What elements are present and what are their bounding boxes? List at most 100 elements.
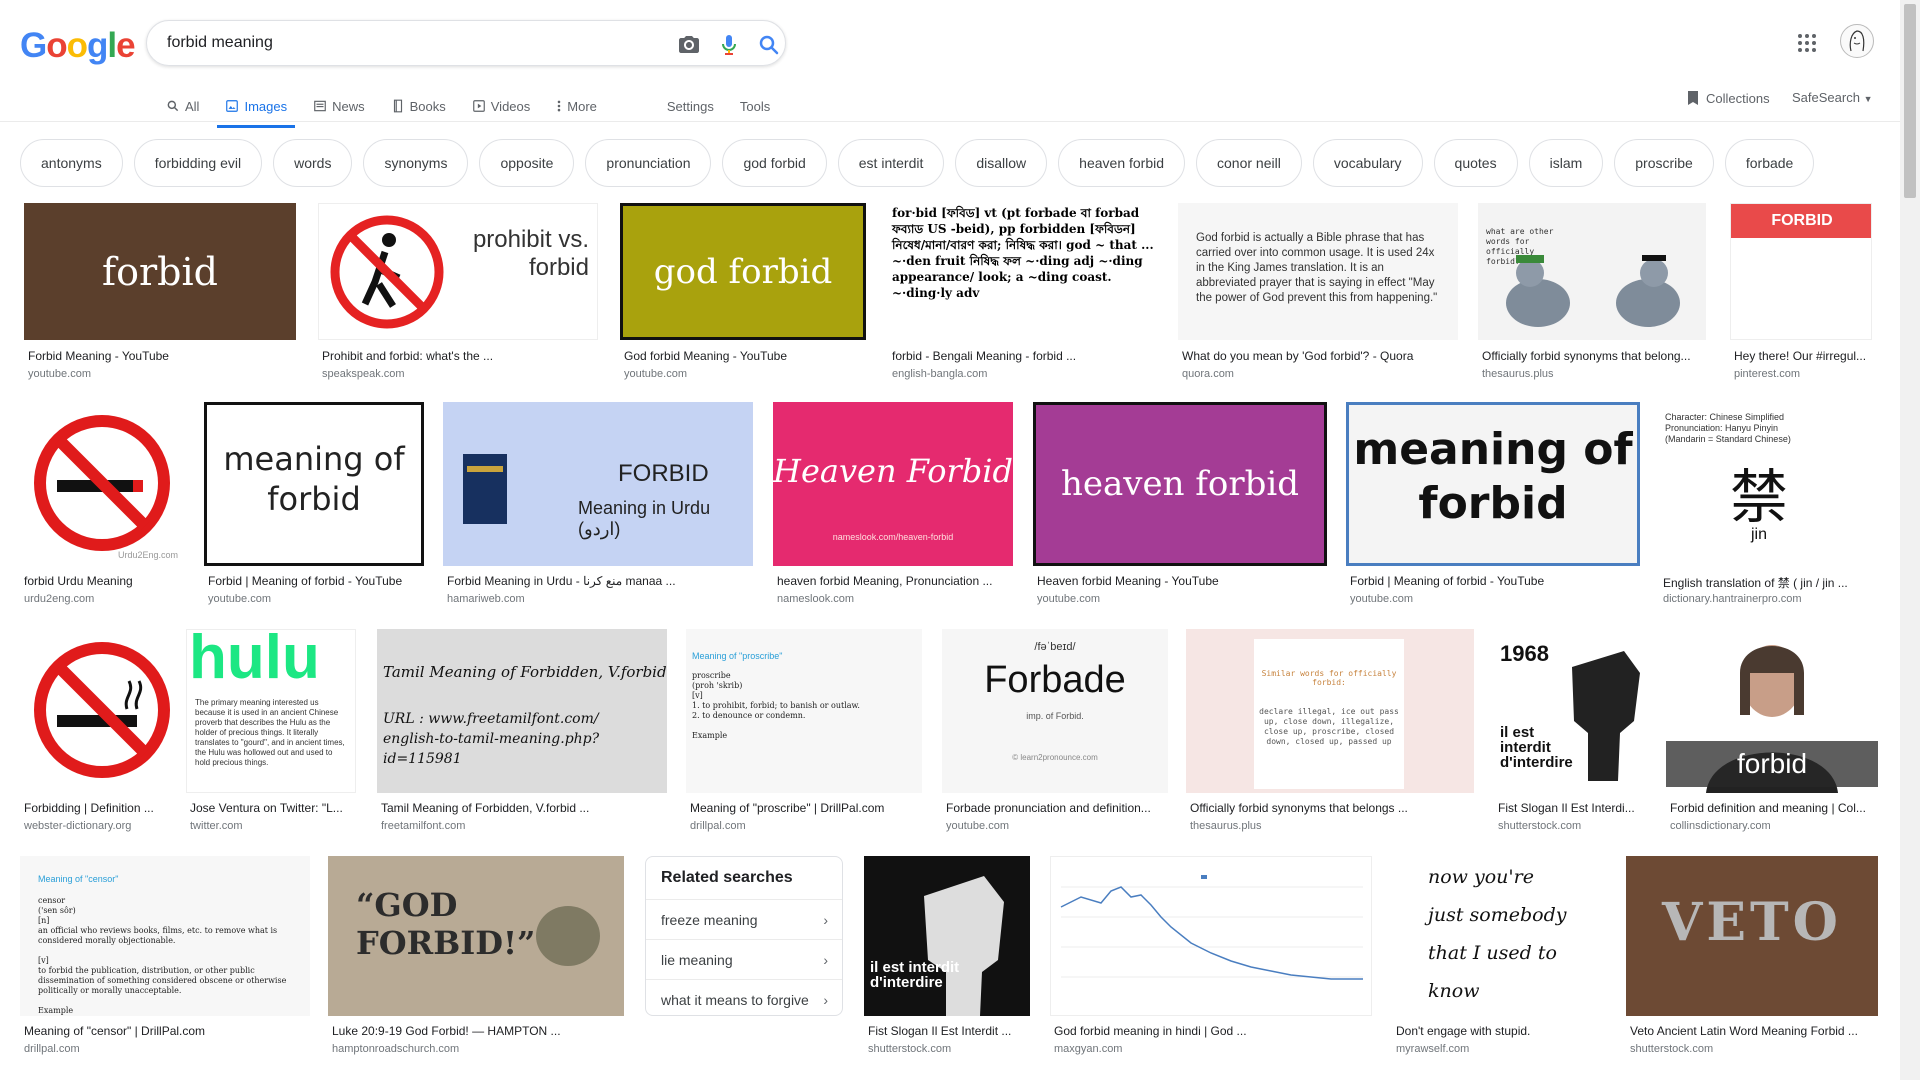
result-thumbnail[interactable]: il est interdit d'interdire (864, 856, 1030, 1016)
result-title[interactable]: Tamil Meaning of Forbidden, V.forbid ... (381, 801, 667, 815)
result-thumbnail[interactable]: Similar words for officially forbid: dec… (1186, 629, 1474, 793)
image-result[interactable]: Meaning of "proscribe" proscribe (proh 's… (686, 629, 922, 835)
image-result[interactable]: 1968 il est interdit d'interdire Fist Slog… (1494, 629, 1648, 835)
result-thumbnail[interactable]: heaven forbid (1033, 402, 1327, 566)
search-icon[interactable] (757, 33, 781, 57)
image-result[interactable]: Heaven Forbid nameslook.com/heaven-forbi… (773, 402, 1013, 608)
result-source[interactable]: hamptonroadschurch.com (332, 1043, 624, 1055)
tools-link[interactable]: Tools (740, 90, 770, 122)
result-title[interactable]: Prohibit and forbid: what's the ... (322, 349, 598, 363)
image-result[interactable]: Meaning of "censor" censor ('sen sôr) [n] a… (20, 856, 310, 1056)
page-scrollbar[interactable] (1900, 0, 1920, 1080)
image-result[interactable]: god forbid God forbid Meaning - YouTube … (620, 203, 866, 383)
result-title[interactable]: Forbid Meaning - YouTube (28, 349, 296, 363)
result-source[interactable]: myrawself.com (1396, 1043, 1606, 1055)
chip[interactable]: words (273, 139, 353, 187)
result-source[interactable]: pinterest.com (1734, 368, 1872, 380)
result-title[interactable]: Fist Slogan Il Est Interdi... (1498, 801, 1648, 815)
result-source[interactable]: collinsdictionary.com (1670, 820, 1878, 832)
result-thumbnail[interactable]: FORBID Meaning in Urdu (اردو) (443, 402, 753, 566)
chip[interactable]: islam (1528, 139, 1604, 187)
related-search-item[interactable]: lie meaning › (646, 939, 842, 979)
image-result[interactable]: FORBID Meaning in Urdu (اردو) Forbid Mea… (443, 402, 753, 608)
result-title[interactable]: Hey there! Our #irregul... (1734, 349, 1872, 363)
result-thumbnail[interactable]: now you're just somebody that I used to … (1392, 856, 1606, 1016)
result-title[interactable]: heaven forbid Meaning, Pronunciation ... (777, 574, 1013, 588)
chip[interactable]: forbade (1724, 139, 1815, 187)
tab-books[interactable]: Books (391, 90, 446, 122)
image-result[interactable]: FORBID Hey there! Our #irregul... pinter… (1730, 203, 1872, 383)
image-result[interactable]: /fəˈbeɪd/ Forbade imp. of Forbid. © lear… (942, 629, 1168, 835)
image-result[interactable]: for·bid [ফবিড] vt (pt forbade বা forbad … (888, 203, 1158, 383)
result-thumbnail[interactable]: Tamil Meaning of Forbidden, V.forbid URL… (377, 629, 667, 793)
microphone-icon[interactable] (717, 33, 741, 57)
image-result[interactable]: hulu The primary meaning interested us b… (186, 629, 356, 835)
result-source[interactable]: nameslook.com (777, 593, 1013, 605)
result-thumbnail[interactable]: hulu The primary meaning interested us b… (186, 629, 356, 793)
image-result[interactable]: God forbid meaning in hindi | God ... ma… (1050, 856, 1372, 1056)
image-result[interactable]: Forbidding | Definition ... webster-dict… (20, 629, 184, 835)
result-title[interactable]: Don't engage with stupid. (1396, 1024, 1606, 1038)
result-source[interactable]: drillpal.com (690, 820, 922, 832)
result-source[interactable]: twitter.com (190, 820, 356, 832)
result-title[interactable]: English translation of 禁 ( jin / jin ... (1663, 574, 1879, 591)
search-box[interactable] (146, 20, 786, 66)
chip[interactable]: heaven forbid (1058, 139, 1186, 187)
result-title[interactable]: forbid - Bengali Meaning - forbid ... (892, 349, 1158, 363)
result-source[interactable]: shutterstock.com (1498, 820, 1648, 832)
chip[interactable]: synonyms (363, 139, 469, 187)
tab-news[interactable]: News (313, 90, 365, 122)
result-title[interactable]: Fist Slogan Il Est Interdit ... (868, 1024, 1030, 1038)
result-thumbnail[interactable]: prohibit vs. forbid (318, 203, 598, 340)
image-result[interactable]: il est interdit d'interdire Fist Slogan … (864, 856, 1030, 1056)
image-result[interactable]: Character: Chinese Simplified Pronunciati… (1659, 402, 1879, 608)
image-result[interactable]: heaven forbid Heaven forbid Meaning - Yo… (1033, 402, 1327, 608)
result-thumbnail[interactable]: Heaven Forbid nameslook.com/heaven-forbi… (773, 402, 1013, 566)
apps-grid-icon[interactable] (1796, 32, 1818, 54)
result-thumbnail[interactable] (20, 629, 184, 793)
result-thumbnail[interactable]: meaning of forbid (204, 402, 424, 566)
result-thumbnail[interactable]: meaning of forbid (1346, 402, 1640, 566)
chip[interactable]: quotes (1433, 139, 1518, 187)
collections-link[interactable]: Collections (1686, 90, 1770, 106)
result-title[interactable]: Luke 20:9-19 God Forbid! — HAMPTON ... (332, 1024, 624, 1038)
result-thumbnail[interactable]: for·bid [ফবিড] vt (pt forbade বা forbad … (888, 203, 1158, 340)
image-result[interactable]: Tamil Meaning of Forbidden, V.forbid URL… (377, 629, 667, 835)
result-thumbnail[interactable]: /fəˈbeɪd/ Forbade imp. of Forbid. © lear… (942, 629, 1168, 793)
result-title[interactable]: Forbade pronunciation and definition... (946, 801, 1168, 815)
result-thumbnail[interactable]: Meaning of "censor" censor ('sen sôr) [n] a… (20, 856, 310, 1016)
tab-images[interactable]: Images (217, 90, 295, 128)
result-title[interactable]: Jose Ventura on Twitter: "L... (190, 801, 356, 815)
chip[interactable]: pronunciation (585, 139, 712, 187)
result-source[interactable]: english-bangla.com (892, 368, 1158, 380)
camera-icon[interactable] (677, 33, 701, 57)
result-source[interactable]: drillpal.com (24, 1043, 310, 1055)
result-thumbnail[interactable]: Meaning of "proscribe" proscribe (proh 's… (686, 629, 922, 793)
result-thumbnail[interactable]: god forbid (620, 203, 866, 340)
result-source[interactable]: freetamilfont.com (381, 820, 667, 832)
result-thumbnail[interactable]: Character: Chinese Simplified Pronunciati… (1659, 402, 1879, 566)
image-result[interactable]: “GOD FORBID!” Luke 20:9-19 God Forbid! —… (328, 856, 624, 1056)
result-title[interactable]: Forbid definition and meaning | Col... (1670, 801, 1878, 815)
result-thumbnail[interactable]: forbid (24, 203, 296, 340)
image-result[interactable]: prohibit vs. forbid Prohibit and forbid:… (318, 203, 598, 383)
result-title[interactable]: Officially forbid synonyms that belong..… (1482, 349, 1706, 363)
scrollbar-thumb[interactable] (1904, 4, 1916, 198)
result-source[interactable]: speakspeak.com (322, 368, 598, 380)
chip[interactable]: forbidding evil (133, 139, 263, 187)
image-result[interactable]: now you're just somebody that I used to … (1392, 856, 1606, 1056)
result-title[interactable]: Forbid | Meaning of forbid - YouTube (1350, 574, 1640, 588)
result-thumbnail[interactable]: what are other words for officially forb… (1478, 203, 1706, 340)
image-result[interactable]: forbid Forbid definition and meaning | C… (1666, 629, 1878, 835)
related-search-item[interactable]: freeze meaning › (646, 899, 842, 939)
result-thumbnail[interactable]: Urdu2Eng.com (20, 402, 184, 566)
result-title[interactable]: forbid Urdu Meaning (24, 574, 184, 588)
image-result[interactable]: VETO Veto Ancient Latin Word Meaning For… (1626, 856, 1878, 1056)
result-title[interactable]: Officially forbid synonyms that belongs … (1190, 801, 1474, 815)
result-title[interactable]: Forbid Meaning in Urdu - منع کرنا manaa … (447, 574, 753, 588)
result-source[interactable]: dictionary.hantrainerpro.com (1663, 593, 1879, 605)
chip[interactable]: opposite (479, 139, 575, 187)
chip[interactable]: god forbid (722, 139, 827, 187)
settings-link[interactable]: Settings (667, 90, 714, 122)
result-source[interactable]: youtube.com (1350, 593, 1640, 605)
